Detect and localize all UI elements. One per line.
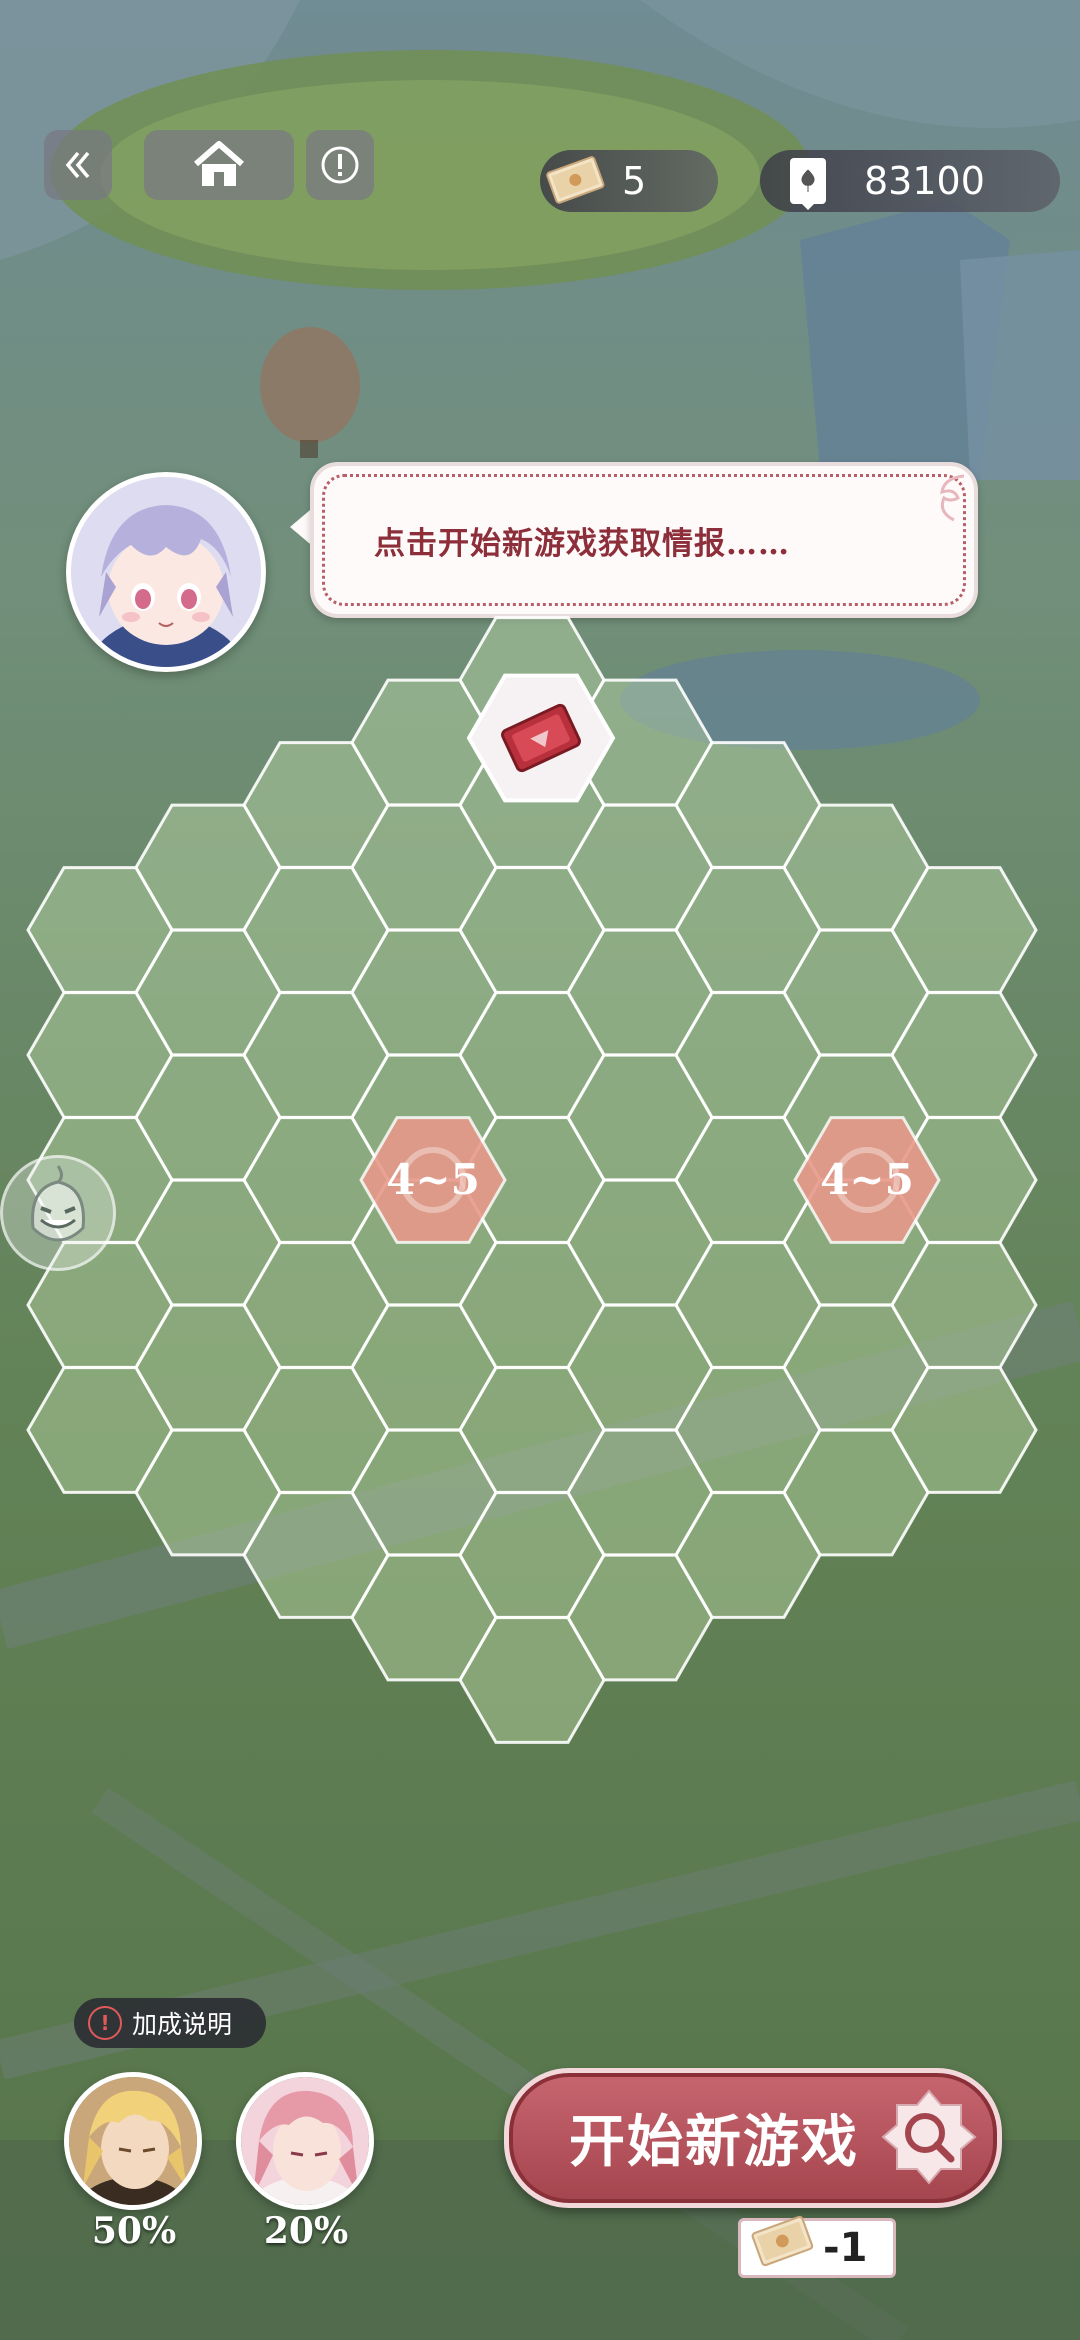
grinning-ghost-icon [31,1165,85,1242]
side-ghost-button[interactable] [0,1155,116,1271]
start-new-game-label: 开始新游戏 [569,2109,859,2175]
bonus-info-button[interactable]: ! 加成说明 [74,1998,266,2048]
bonus-character-1[interactable] [64,2072,202,2210]
ticket-icon [751,2215,814,2267]
blonde-character-portrait [69,2077,197,2205]
search-icon [881,2089,977,2185]
bonus-percent-2: 20% [263,2210,349,2252]
bonus-percent-1: 50% [91,2210,177,2252]
bonus-character-2[interactable] [236,2072,374,2210]
start-new-game-button[interactable]: 开始新游戏 [504,2068,1002,2208]
bonus-info-label: 加成说明 [132,2010,233,2039]
start-cost-value: -1 [823,2225,868,2271]
start-cost-tag: -1 [738,2215,896,2278]
range-marker-label: 4~5 [820,1155,914,1204]
range-marker-label: 4~5 [386,1155,480,1204]
hex-board: 4~5 4~5 [26,616,1038,1744]
pink-hair-character-portrait [241,2077,369,2205]
info-icon: ! [88,2006,122,2040]
